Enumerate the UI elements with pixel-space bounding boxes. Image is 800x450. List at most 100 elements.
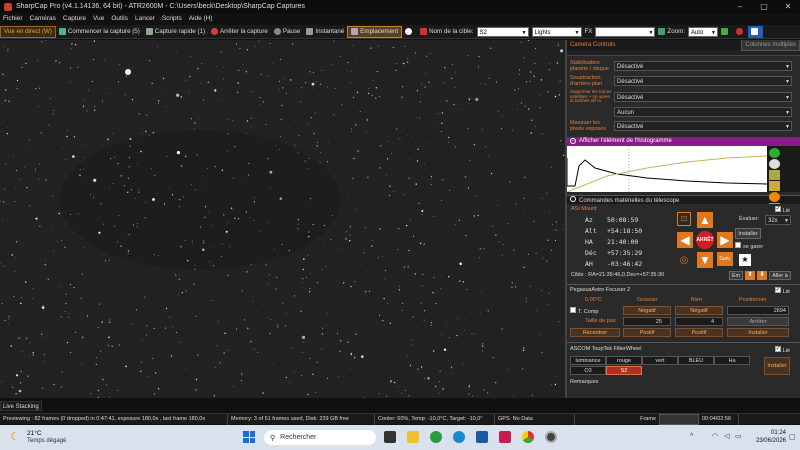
battery-icon[interactable]: ▭ (735, 432, 742, 440)
filter-s2[interactable]: S2 (606, 366, 642, 375)
windows-start-icon[interactable] (243, 431, 255, 443)
focuser-connected-checkbox[interactable] (774, 286, 781, 293)
follow-button[interactable]: Suiv. (717, 252, 733, 266)
filter-blue[interactable]: BLEU (678, 356, 714, 365)
telescope-header[interactable]: Commandes matérielles du télescope (567, 195, 800, 204)
contrast-icon[interactable] (769, 159, 780, 169)
weather-icon[interactable]: ☾ (10, 431, 24, 443)
fine-step-input[interactable]: 4 (675, 317, 723, 326)
minimize-button[interactable]: – (728, 2, 752, 11)
app-icon-red[interactable] (499, 431, 511, 443)
task-view-icon[interactable] (384, 431, 396, 443)
target-sun-icon[interactable]: ◎ (677, 254, 691, 268)
filter-ha[interactable]: Ha (714, 356, 750, 365)
menu-scripts[interactable]: Scripts (162, 15, 182, 22)
filterwheel-connected-checkbox[interactable] (774, 345, 781, 352)
stop-capture-button[interactable]: Arrêter la capture (208, 26, 271, 38)
control-select[interactable]: Désactivé ▼ (614, 92, 792, 102)
reset-icon[interactable] (769, 192, 780, 202)
zoom-select[interactable]: Auto ▼ (687, 26, 718, 37)
up-arrow-small[interactable]: ⬆ (745, 271, 755, 280)
sharpcap-taskbar-icon[interactable] (545, 431, 557, 443)
east-arrow-button[interactable]: ▶ (717, 232, 733, 248)
record-toggle[interactable] (402, 26, 417, 38)
crosshair-tool-button[interactable] (733, 26, 748, 38)
pause-button[interactable]: Pause (271, 26, 304, 38)
south-arrow-button[interactable]: ▼ (697, 252, 713, 268)
go-to-button[interactable]: Aller à (769, 271, 791, 280)
target-name-input[interactable]: S2 ▼ (476, 26, 529, 37)
notifications-icon[interactable]: ▢ (789, 433, 796, 441)
control-select[interactable]: Désactivé ▼ (614, 75, 792, 86)
mount-connected[interactable]: Lié (774, 205, 790, 214)
fx-select[interactable]: ▼ (595, 26, 656, 37)
chrome-icon[interactable] (522, 431, 534, 443)
tcomp-checkbox[interactable] (570, 307, 576, 313)
brush-tool-button[interactable] (747, 25, 763, 38)
control-select[interactable]: Aucun ▼ (614, 107, 792, 117)
filter-red[interactable]: rouge (606, 356, 642, 365)
maximize-button[interactable]: ▢ (752, 2, 776, 11)
down-arrow-small[interactable]: ⬇ (757, 271, 767, 280)
clock-date[interactable]: 23/06/2026 (748, 438, 786, 444)
live-stacking-tab[interactable]: Live Stacking (0, 401, 42, 411)
image-viewport[interactable] (0, 40, 565, 398)
star-icon[interactable]: ★ (739, 254, 751, 266)
histogram-chart[interactable] (567, 146, 767, 192)
spiral-search-icon[interactable]: ⊡ (677, 212, 691, 226)
fine-positive-button[interactable]: Positif (675, 328, 723, 337)
control-select[interactable]: Désactivé ▼ (614, 120, 792, 131)
focuser-install-button[interactable]: Installer (727, 328, 789, 337)
filterwheel-install-button[interactable]: Installer (764, 357, 790, 375)
rate-select[interactable]: 32x ▼ (765, 215, 791, 225)
live-view-button[interactable]: Vue en direct (W) (0, 25, 56, 38)
menu-help[interactable]: Aide (H) (189, 15, 213, 22)
frame-type-select[interactable]: Lights ▼ (531, 26, 582, 37)
quick-capture-button[interactable]: Capture rapide (1) (143, 26, 208, 38)
app-icon-green[interactable] (430, 431, 442, 443)
edge-icon[interactable] (453, 431, 465, 443)
refocus-button[interactable]: Recentrer (570, 328, 620, 337)
close-button[interactable]: ✕ (776, 2, 800, 11)
focuser-connected[interactable]: Lié (774, 286, 790, 295)
histogram-header[interactable]: ^ Afficher l'élément de l'histogramme (567, 137, 800, 146)
filter-luminance[interactable]: luminance (570, 356, 606, 365)
fine-negative-button[interactable]: Négatif (675, 306, 723, 315)
tray-expand-icon[interactable]: ^ (690, 433, 693, 440)
weather-temperature[interactable]: 21°C (27, 430, 42, 437)
mount-install-button[interactable]: Installer (735, 228, 761, 239)
menu-tools[interactable]: Outils (111, 15, 128, 22)
stop-button[interactable]: ARRÊT (696, 231, 714, 249)
filter-o3[interactable]: O3 (570, 366, 606, 375)
menu-view[interactable]: Vue (93, 15, 104, 22)
mount-connected-checkbox[interactable] (774, 205, 781, 212)
wifi-icon[interactable]: ◠ (712, 432, 718, 440)
filter-green[interactable]: vert (642, 356, 678, 365)
snapshot-button[interactable]: Instantané (303, 26, 347, 38)
volume-icon[interactable]: ◁ (724, 432, 729, 440)
menu-launch[interactable]: Lancer (135, 15, 155, 22)
start-capture-button[interactable]: Commencer la capture (5) (56, 26, 143, 38)
store-icon[interactable] (476, 431, 488, 443)
coarse-negative-button[interactable]: Négatif (623, 306, 671, 315)
stretch-icon[interactable] (769, 170, 780, 180)
taskbar-search-box[interactable]: ⚲ Rechercher (264, 430, 376, 445)
park-checkbox[interactable] (735, 242, 741, 248)
lock-icon[interactable] (769, 181, 780, 191)
location-button[interactable]: Emplacement (347, 25, 403, 38)
tcomp-toggle[interactable]: T. Comp (570, 307, 598, 315)
west-arrow-button[interactable]: ◀ (677, 232, 693, 248)
menu-cameras[interactable]: Caméras (30, 15, 56, 22)
position-field[interactable]: 2694 (727, 306, 789, 315)
menu-capture[interactable]: Capture (63, 15, 86, 22)
filterwheel-connected[interactable]: Lié (774, 345, 790, 354)
weather-description[interactable]: Temps dégagé (27, 438, 66, 444)
menu-file[interactable]: Fichier (3, 15, 23, 22)
histogram-tool-button[interactable] (718, 26, 733, 38)
clock-time[interactable]: 01:24 (756, 430, 786, 436)
control-select[interactable]: Désactivé ▼ (614, 60, 792, 71)
coarse-positive-button[interactable]: Positif (623, 328, 671, 337)
park-toggle[interactable]: se garer (735, 242, 763, 250)
coarse-step-input[interactable]: 25 (623, 317, 671, 326)
north-arrow-button[interactable]: ▲ (697, 212, 713, 228)
